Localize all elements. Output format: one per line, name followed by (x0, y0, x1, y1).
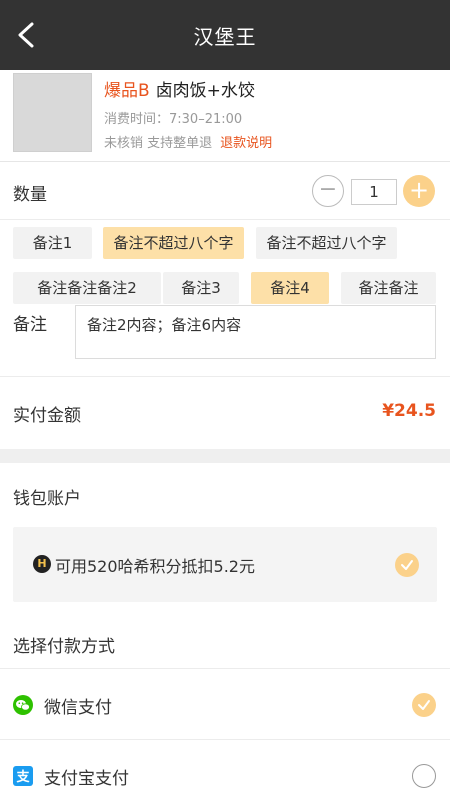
points-text: 可用520哈希积分抵扣5.2元 (55, 557, 255, 576)
remark-label: 备注 (13, 315, 47, 335)
remark-tag[interactable]: 备注3 (163, 272, 239, 304)
top-bar: 汉堡王 (0, 0, 450, 70)
remark-tag[interactable]: 备注备注 (341, 272, 436, 304)
product-image (13, 73, 92, 152)
remark-tag[interactable]: 备注不超过八个字 (256, 227, 397, 259)
hot-label: 爆品B (104, 81, 150, 101)
alipay-label: 支付宝支付 (44, 769, 129, 789)
payment-option-wechat[interactable]: 微信支付 (0, 669, 450, 740)
wallet-title: 钱包账户 (13, 489, 81, 509)
product-name: 爆品B 卤肉饭+水饺 (104, 76, 255, 101)
section-divider (0, 449, 450, 463)
remark-tag[interactable]: 备注备注备注2 (13, 272, 161, 304)
remark-tag[interactable]: 备注4 (251, 272, 329, 304)
remark-tags: 备注1 备注不超过八个字 备注不超过八个字 备注备注备注2 备注3 备注4 备注… (0, 220, 450, 305)
wechat-check-icon[interactable] (412, 693, 436, 717)
amount-row: 实付金额 ¥24.5 (0, 377, 450, 449)
alipay-radio-icon[interactable] (412, 764, 436, 788)
points-deduction-option[interactable]: H 可用520哈希积分抵扣5.2元 (13, 527, 437, 602)
payment-method-title: 选择付款方式 (13, 637, 115, 657)
svg-text:支: 支 (15, 769, 30, 785)
alipay-icon: 支 (13, 766, 33, 786)
decrease-quantity-button[interactable]: − (312, 175, 344, 207)
remark-tag[interactable]: 备注1 (13, 227, 92, 259)
consume-time: 消费时间：7:30–21:00 (104, 112, 243, 127)
wechat-pay-label: 微信支付 (44, 698, 112, 718)
quantity-label: 数量 (13, 185, 47, 205)
amount-label: 实付金额 (13, 406, 81, 426)
remark-tag[interactable]: 备注不超过八个字 (103, 227, 244, 259)
refund-policy: 未核销 支持整单退 退款说明 (104, 132, 272, 151)
payment-option-alipay[interactable]: 支 支付宝支付 (0, 740, 450, 800)
payment-method-header: 选择付款方式 (0, 602, 450, 669)
wechat-icon (13, 695, 33, 715)
quantity-row: 数量 − 1 + (0, 162, 450, 220)
policy-text: 未核销 支持整单退 (104, 136, 213, 151)
product-title: 卤肉饭+水饺 (155, 81, 255, 101)
increase-quantity-button[interactable]: + (403, 175, 435, 207)
amount-value: ¥24.5 (382, 401, 436, 421)
points-check-icon[interactable] (395, 553, 419, 577)
refund-info-link[interactable]: 退款说明 (220, 136, 272, 151)
wallet-section-header: 钱包账户 (0, 463, 450, 515)
back-arrow-icon[interactable] (12, 19, 40, 51)
points-coin-icon: H (33, 555, 51, 573)
quantity-input[interactable]: 1 (351, 179, 397, 205)
page-title: 汉堡王 (193, 24, 257, 49)
remark-row: 备注 备注2内容；备注6内容 (0, 305, 450, 377)
product-card: 爆品B 卤肉饭+水饺 消费时间：7:30–21:00 未核销 支持整单退 退款说明 (0, 70, 450, 162)
remark-input[interactable]: 备注2内容；备注6内容 (75, 305, 436, 359)
